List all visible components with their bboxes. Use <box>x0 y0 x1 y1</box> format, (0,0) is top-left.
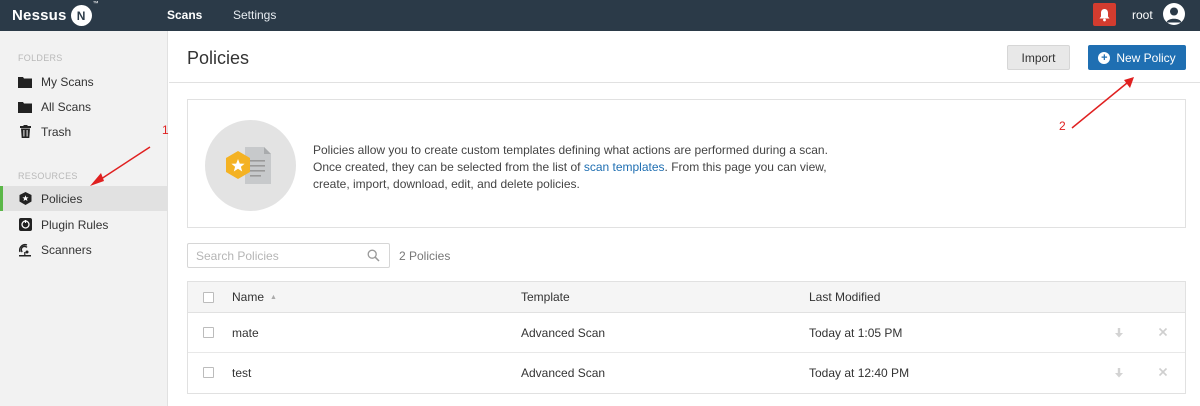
column-name-label: Name <box>232 290 265 304</box>
page-title: Policies <box>187 48 250 68</box>
sort-ascending-icon: ▲ <box>270 293 277 301</box>
policy-count: 2 Policies <box>399 249 451 263</box>
table-header: Name ▲ Template Last Modified <box>188 282 1185 313</box>
folders-heading: FOLDERS <box>18 53 63 63</box>
new-policy-label: New Policy <box>1116 50 1176 65</box>
select-all-checkbox[interactable] <box>203 292 214 303</box>
bell-icon <box>1099 8 1110 21</box>
policy-name: test <box>232 366 252 380</box>
policies-info-box: Policies allow you to create custom temp… <box>187 99 1186 228</box>
logo-badge: N <box>70 1 99 26</box>
sidebar-item-policies[interactable]: Policies <box>0 186 167 211</box>
column-header-template[interactable]: Template <box>521 282 570 312</box>
policies-table: Name ▲ Template Last Modified mate Advanc… <box>187 281 1186 394</box>
sidebar-item-my-scans[interactable]: My Scans <box>0 69 167 94</box>
delete-icon[interactable] <box>1157 366 1169 378</box>
main-content: Policies Import + New Policy Policies al… <box>169 31 1200 406</box>
download-icon[interactable] <box>1113 327 1125 339</box>
user-name[interactable]: root <box>1132 8 1153 22</box>
table-row[interactable]: mate Advanced Scan Today at 1:05 PM <box>188 313 1185 353</box>
download-icon[interactable] <box>1113 367 1125 379</box>
table-row[interactable]: test Advanced Scan Today at 12:40 PM <box>188 353 1185 393</box>
import-button[interactable]: Import <box>1007 45 1070 70</box>
sidebar-item-label: Scanners <box>41 242 92 257</box>
sidebar-item-trash[interactable]: Trash <box>0 119 167 144</box>
plus-circle-icon: + <box>1098 51 1111 64</box>
policy-last-modified: Today at 12:40 PM <box>809 366 910 380</box>
folder-icon <box>18 75 32 89</box>
search-input[interactable] <box>188 244 358 267</box>
row-checkbox[interactable] <box>203 367 214 378</box>
policy-name: mate <box>232 325 259 340</box>
page-header: Policies Import + New Policy <box>169 31 1200 83</box>
scanner-icon <box>18 243 32 257</box>
sidebar-item-label: Policies <box>41 191 83 206</box>
notifications-button[interactable] <box>1093 3 1116 26</box>
sidebar-item-label: Trash <box>41 124 72 139</box>
folder-icon <box>18 100 32 114</box>
nav-settings[interactable]: Settings <box>233 8 276 22</box>
sidebar-item-label: All Scans <box>41 99 92 114</box>
shield-icon <box>18 192 32 206</box>
sidebar-item-label: My Scans <box>41 74 94 89</box>
sidebar-item-plugin-rules[interactable]: Plugin Rules <box>0 212 167 237</box>
scan-templates-link[interactable]: scan templates <box>584 160 665 174</box>
logo-text: Nessus <box>12 7 67 24</box>
policy-template: Advanced Scan <box>521 325 606 340</box>
delete-icon[interactable] <box>1157 326 1169 338</box>
policy-template: Advanced Scan <box>521 366 606 380</box>
new-policy-button[interactable]: + New Policy <box>1088 45 1186 70</box>
policy-illustration-icon <box>205 120 296 211</box>
sidebar-item-all-scans[interactable]: All Scans <box>0 94 167 119</box>
sidebar-item-scanners[interactable]: Scanners <box>0 237 167 262</box>
user-avatar-icon[interactable] <box>1163 3 1185 25</box>
column-header-last-modified[interactable]: Last Modified <box>809 282 880 312</box>
search-icon[interactable] <box>367 249 380 262</box>
annotation-label-1: 1 <box>162 123 169 137</box>
sidebar: FOLDERS My Scans All Scans Trash RESOURC… <box>0 31 168 406</box>
trash-icon <box>18 125 32 139</box>
search-policies-box <box>187 243 390 268</box>
annotation-label-2: 2 <box>1059 119 1066 133</box>
policies-description: Policies allow you to create custom temp… <box>313 142 853 193</box>
sidebar-item-label: Plugin Rules <box>41 217 109 232</box>
plugin-icon <box>18 218 32 232</box>
nessus-logo[interactable]: Nessus N <box>12 1 99 27</box>
resources-heading: RESOURCES <box>18 171 78 181</box>
policy-last-modified: Today at 1:05 PM <box>809 325 903 340</box>
row-checkbox[interactable] <box>203 327 214 338</box>
nav-scans[interactable]: Scans <box>167 8 202 22</box>
column-header-name[interactable]: Name ▲ <box>232 282 277 312</box>
top-bar: Nessus N Scans Settings root <box>0 0 1200 31</box>
